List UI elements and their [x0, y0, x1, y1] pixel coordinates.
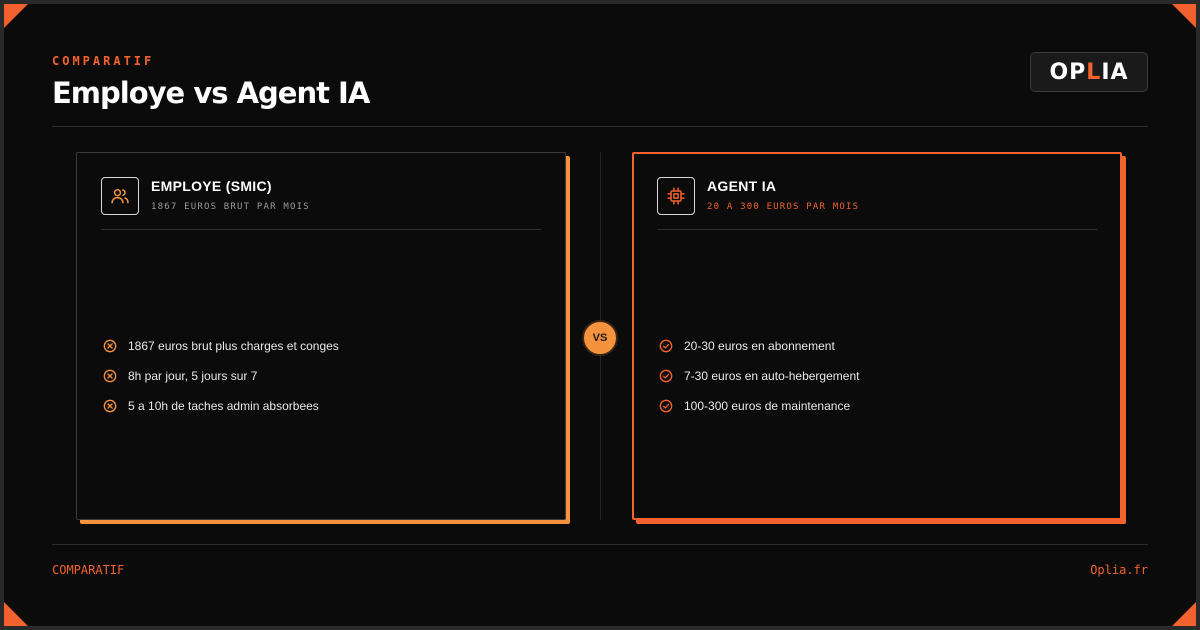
- x-circle-icon: [103, 399, 117, 413]
- list-item: 8h par jour, 5 jours sur 7: [103, 361, 339, 391]
- oplia-logo: OPLIA: [1030, 52, 1148, 92]
- corner-accent-bottom-left: [4, 602, 28, 626]
- list-item: 20-30 euros en abonnement: [659, 331, 859, 361]
- logo-wordmark: OPLIA: [1049, 60, 1128, 85]
- cpu-chip-icon: [657, 177, 695, 215]
- footer-label: COMPARATIF: [52, 563, 125, 577]
- corner-accent-top-right: [1172, 4, 1196, 28]
- list-item-text: 100-300 euros de maintenance: [684, 399, 851, 413]
- list-item: 5 a 10h de taches admin absorbees: [103, 391, 339, 421]
- header-divider: [52, 126, 1148, 127]
- list-item: 1867 euros brut plus charges et conges: [103, 331, 339, 361]
- check-circle-icon: [659, 369, 673, 383]
- logo-accent: L: [1086, 59, 1102, 85]
- footer-website-link[interactable]: Oplia.fr: [1090, 563, 1148, 577]
- ai-agent-cost-list: 20-30 euros en abonnement 7-30 euros en …: [659, 331, 859, 421]
- vs-badge: VS: [582, 320, 618, 356]
- check-circle-icon: [659, 399, 673, 413]
- list-item-text: 5 a 10h de taches admin absorbees: [128, 399, 319, 413]
- footer-divider: [52, 544, 1148, 545]
- employee-card: EMPLOYE (SMIC) 1867 EUROS BRUT PAR MOIS …: [76, 152, 566, 520]
- x-circle-icon: [103, 339, 117, 353]
- list-item-text: 7-30 euros en auto-hebergement: [684, 369, 860, 383]
- list-item: 7-30 euros en auto-hebergement: [659, 361, 859, 391]
- employee-cost-list: 1867 euros brut plus charges et conges 8…: [103, 331, 339, 421]
- logo-prefix: OP: [1049, 59, 1087, 85]
- list-item-text: 8h par jour, 5 jours sur 7: [128, 369, 258, 383]
- corner-accent-top-left: [4, 4, 28, 28]
- ai-agent-card-subtitle: 20 A 300 EUROS PAR MOIS: [707, 202, 860, 212]
- corner-accent-bottom-right: [1172, 602, 1196, 626]
- employee-card-subtitle: 1867 EUROS BRUT PAR MOIS: [151, 202, 310, 212]
- ai-agent-card: AGENT IA 20 A 300 EUROS PAR MOIS 20-30 e…: [632, 152, 1122, 520]
- slide-frame: COMPARATIF Employe vs Agent IA OPLIA EMP…: [4, 4, 1196, 626]
- users-icon: [101, 177, 139, 215]
- list-item-text: 1867 euros brut plus charges et conges: [128, 339, 339, 353]
- employee-card-title: EMPLOYE (SMIC): [151, 178, 272, 194]
- ai-agent-card-title: AGENT IA: [707, 178, 777, 194]
- list-item: 100-300 euros de maintenance: [659, 391, 859, 421]
- x-circle-icon: [103, 369, 117, 383]
- logo-suffix: IA: [1101, 59, 1129, 85]
- check-circle-icon: [659, 339, 673, 353]
- section-eyebrow: COMPARATIF: [52, 54, 155, 68]
- ai-agent-card-divider: [657, 229, 1097, 230]
- list-item-text: 20-30 euros en abonnement: [684, 339, 835, 353]
- page-title: Employe vs Agent IA: [52, 76, 370, 110]
- employee-card-divider: [101, 229, 541, 230]
